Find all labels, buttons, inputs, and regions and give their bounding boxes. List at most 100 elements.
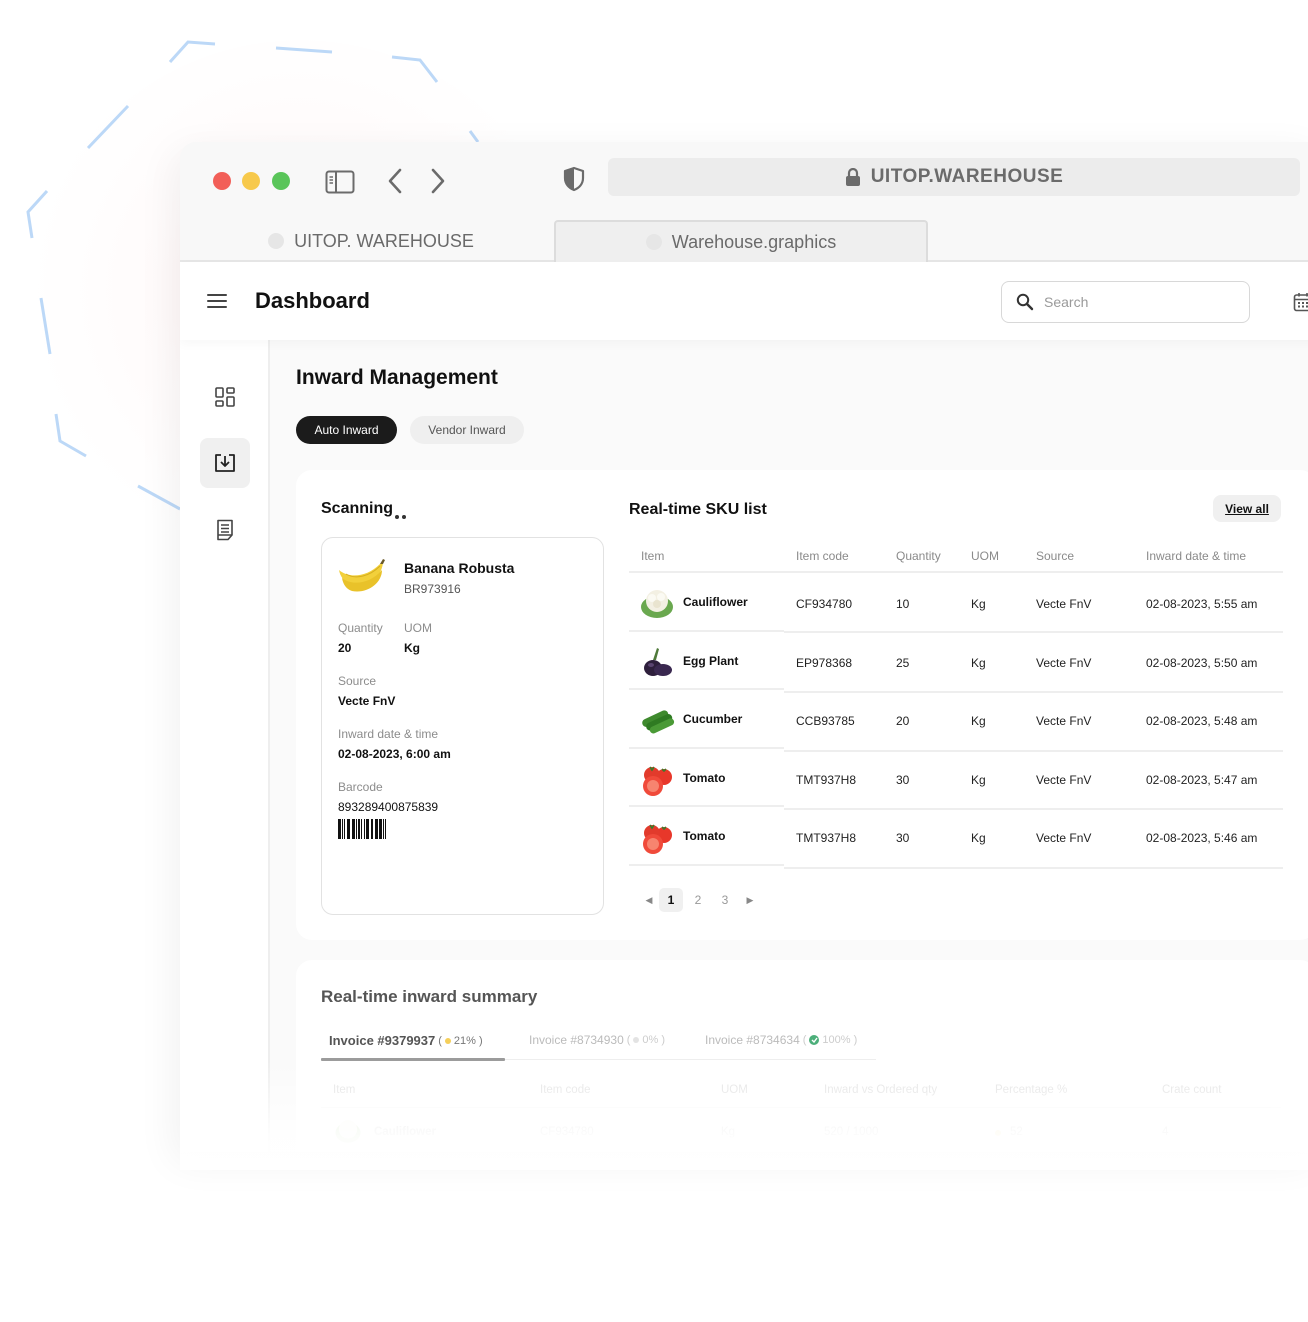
forward-icon[interactable] xyxy=(429,168,447,194)
summary-item-name: Cauliflower xyxy=(374,1126,436,1138)
tab-label: UITOP. WAREHOUSE xyxy=(294,230,474,251)
banana-image xyxy=(339,559,385,592)
uom: Kg xyxy=(971,772,986,787)
invoice-tab-8734930[interactable]: Invoice #8734930 ( 0% ) xyxy=(529,1033,665,1047)
report-icon xyxy=(217,519,233,541)
prev-page-icon[interactable]: ◀ xyxy=(639,895,659,906)
page-1-button[interactable]: 1 xyxy=(659,888,683,912)
next-page-icon[interactable]: ▶ xyxy=(740,895,760,906)
shield-icon[interactable] xyxy=(563,166,585,192)
browser-tab-warehouse-graphics[interactable]: Warehouse.graphics xyxy=(554,220,928,262)
search-icon xyxy=(1016,293,1034,311)
summary-table-row[interactable]: Cauliflower CF934780 Kg 520 / 1000 52 4 xyxy=(321,1108,1281,1152)
grid-icon xyxy=(215,387,235,407)
tab-auto-inward[interactable]: Auto Inward xyxy=(296,416,397,444)
sku-table-row[interactable]: Egg Plant EP978368 25 Kg Vecte FnV 02-08-2023… xyxy=(629,632,1283,694)
inward-datetime: 02-08-2023, 5:48 am xyxy=(1146,714,1258,729)
scanned-item-name: Banana Robusta xyxy=(404,560,515,576)
main-content: Inward Management Auto Inward Vendor Inw… xyxy=(272,340,1308,1152)
sidebar xyxy=(180,340,270,1152)
summary-title: Real-time inward summary xyxy=(321,987,538,1006)
row-divider xyxy=(784,866,1283,869)
active-tab-indicator xyxy=(321,1058,505,1061)
inward-datetime-label: Inward date & time xyxy=(338,727,439,741)
source: Vecte FnV xyxy=(1036,655,1092,670)
column-header-percentage: Percentage % xyxy=(995,1084,1068,1096)
tomato-image xyxy=(643,824,672,855)
sku-table-row[interactable]: Tomato TMT937H8 30 Kg Vecte FnV 02-08-2023, 5… xyxy=(629,807,1283,869)
invoice-tab-8734634[interactable]: Invoice #8734634 ( 100% ) xyxy=(705,1033,857,1047)
view-all-button[interactable]: View all xyxy=(1213,495,1281,522)
status-dot-pending xyxy=(633,1037,640,1043)
item-name: Cauliflower xyxy=(683,595,748,609)
inward-datetime: 02-08-2023, 5:50 am xyxy=(1146,655,1258,670)
quantity: 25 xyxy=(896,655,910,670)
invoice-tab-label: Invoice #8734634 xyxy=(705,1033,800,1047)
scanning-title: Scanning xyxy=(321,500,394,517)
status-dot-in-progress xyxy=(444,1037,451,1044)
tab-favicon xyxy=(268,233,285,249)
column-header-source: Source xyxy=(1036,549,1075,563)
page-2-button[interactable]: 2 xyxy=(686,888,710,912)
search-input[interactable] xyxy=(1044,294,1224,310)
menu-icon[interactable] xyxy=(207,294,227,308)
item-code: TMT937H8 xyxy=(796,772,857,787)
app-header: Dashboard xyxy=(180,262,1308,340)
sidebar-item-inward[interactable] xyxy=(200,438,250,488)
page-3-button[interactable]: 3 xyxy=(713,888,737,912)
invoice-tab-9379937[interactable]: Invoice #9379937 ( 21% ) xyxy=(329,1033,483,1048)
inward-summary-card: Real-time inward summary Invoice #937993… xyxy=(296,960,1308,1152)
source-value: Vecte FnV xyxy=(338,694,396,708)
cauliflower-image xyxy=(335,1120,361,1143)
calendar-icon[interactable] xyxy=(1293,292,1308,312)
uom: Kg xyxy=(971,831,986,846)
item-name: Cucumber xyxy=(683,712,743,727)
summary-crate-count: 4 xyxy=(1162,1126,1169,1138)
uom-value: Kg xyxy=(404,641,420,655)
uom-label: UOM xyxy=(404,621,432,635)
minimize-window-button[interactable] xyxy=(242,172,260,190)
uom: Kg xyxy=(971,714,986,729)
browser-tab-uitop[interactable]: UITOP. WAREHOUSE xyxy=(266,220,476,262)
item-cell: Tomato xyxy=(629,749,784,808)
quantity: 20 xyxy=(896,714,910,729)
sidebar-item-reports[interactable] xyxy=(200,505,250,555)
sku-table: Item Item code Quantity UOM Source Inwar… xyxy=(629,545,1283,869)
browser-chrome: UITOP.WAREHOUSE UITOP. WAREHOUSE Warehou… xyxy=(180,142,1308,262)
invoice-percent: 21% xyxy=(453,1034,476,1047)
column-header-item: Item xyxy=(641,549,665,563)
column-header-uom: UOM xyxy=(971,549,999,563)
address-bar[interactable]: UITOP.WAREHOUSE xyxy=(608,158,1300,196)
search-box[interactable] xyxy=(1001,281,1250,323)
barcode-value: 893289400875839 xyxy=(338,800,439,814)
column-header-item: Item xyxy=(333,1084,356,1096)
sku-table-row[interactable]: Tomato TMT937H8 30 Kg Vecte FnV 02-08-2023, 5… xyxy=(629,749,1283,811)
cucumber-image xyxy=(642,710,675,734)
invoice-tabs: Invoice #9379937 ( 21% ) Invoice #873493… xyxy=(321,1028,876,1061)
column-header-quantity: Quantity xyxy=(896,549,941,563)
sku-table-row[interactable]: Cauliflower CF934780 10 Kg Vecte FnV 02-08-20… xyxy=(629,573,1283,633)
status-dot xyxy=(995,1130,1001,1136)
sidebar-toggle-icon[interactable] xyxy=(325,170,355,194)
address-url: UITOP.WAREHOUSE xyxy=(870,166,1064,187)
item-code: EP978368 xyxy=(796,655,853,670)
uom: Kg xyxy=(971,655,986,670)
inbox-download-icon xyxy=(215,454,235,472)
source: Vecte FnV xyxy=(1036,772,1092,787)
close-window-button[interactable] xyxy=(213,172,231,190)
item-code: TMT937H8 xyxy=(796,831,857,846)
back-icon[interactable] xyxy=(386,168,404,194)
source: Vecte FnV xyxy=(1036,597,1092,611)
sku-table-row[interactable]: Cucumber CCB93785 20 Kg Vecte FnV 02-08-2023,… xyxy=(629,690,1283,752)
quantity-value: 20 xyxy=(338,641,352,655)
invoice-tab-label: Invoice #8734930 xyxy=(529,1033,624,1047)
sidebar-item-dashboard[interactable] xyxy=(200,372,250,422)
maximize-window-button[interactable] xyxy=(272,172,290,190)
item-code: CF934780 xyxy=(796,597,853,611)
inward-card: Scanning Banana Robusta BR973916 Quantit… xyxy=(296,470,1308,940)
page-title: Dashboard xyxy=(255,288,370,313)
inward-datetime: 02-08-2023, 5:46 am xyxy=(1146,831,1258,846)
uom: Kg xyxy=(971,597,986,611)
tab-vendor-inward[interactable]: Vendor Inward xyxy=(410,416,524,444)
column-header-datetime: Inward date & time xyxy=(1146,549,1247,563)
